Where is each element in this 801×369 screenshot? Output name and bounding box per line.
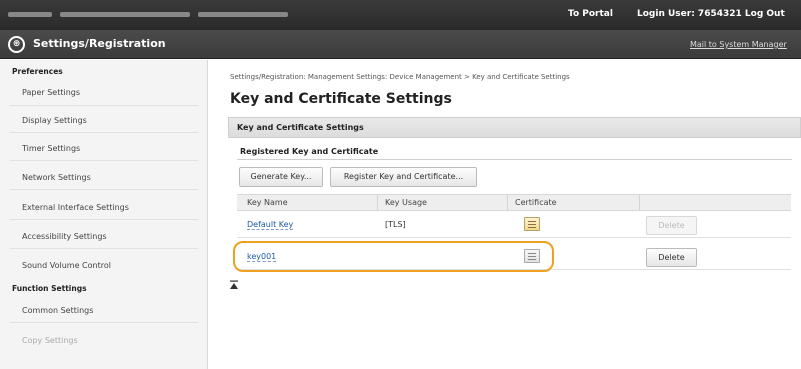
login-user-info[interactable]: Login User: 7654321 Log Out bbox=[637, 9, 785, 19]
key-name-link[interactable]: key001 bbox=[247, 252, 277, 262]
sidebar-header-preferences: Preferences bbox=[12, 67, 63, 76]
sidebar-header-function-settings: Function Settings bbox=[12, 284, 87, 293]
subsection-divider bbox=[237, 159, 792, 160]
table-header: Key Name Key Usage Certificate bbox=[237, 194, 791, 211]
sidebar: Preferences Paper Settings Display Setti… bbox=[0, 60, 208, 369]
table-row: Default Key [TLS] Delete bbox=[237, 212, 791, 238]
sidebar-item-timer-settings[interactable]: Timer Settings bbox=[22, 144, 80, 153]
to-portal-link[interactable]: To Portal bbox=[568, 9, 613, 19]
register-key-certificate-button[interactable]: Register Key and Certificate... bbox=[330, 167, 477, 187]
sidebar-item-copy-settings[interactable]: Copy Settings bbox=[22, 336, 78, 345]
key-usage: [TLS] bbox=[385, 220, 406, 229]
section-header: Key and Certificate Settings bbox=[228, 117, 801, 138]
address-placeholder bbox=[8, 10, 296, 18]
key-name-link[interactable]: Default Key bbox=[247, 220, 294, 230]
column-header-certificate: Certificate bbox=[515, 198, 557, 207]
section-title: Key and Certificate Settings bbox=[237, 123, 364, 132]
generate-key-button[interactable]: Generate Key... bbox=[239, 167, 323, 187]
title-bar: ⊛ Settings/Registration Mail to System M… bbox=[0, 30, 801, 59]
certificate-icon[interactable] bbox=[524, 249, 540, 263]
page-title: Key and Certificate Settings bbox=[230, 91, 452, 107]
settings-logo-icon: ⊛ bbox=[8, 36, 25, 53]
certificate-icon[interactable] bbox=[524, 217, 540, 231]
subsection-title: Registered Key and Certificate bbox=[240, 147, 379, 156]
column-header-key-usage: Key Usage bbox=[385, 198, 427, 207]
breadcrumb: Settings/Registration: Management Settin… bbox=[230, 73, 570, 81]
mail-to-system-manager-link[interactable]: Mail to System Manager bbox=[690, 40, 787, 49]
column-header-key-name: Key Name bbox=[247, 198, 288, 207]
sidebar-item-sound-volume-control[interactable]: Sound Volume Control bbox=[22, 261, 111, 270]
sidebar-item-paper-settings[interactable]: Paper Settings bbox=[22, 88, 80, 97]
sidebar-item-network-settings[interactable]: Network Settings bbox=[22, 173, 91, 182]
sidebar-item-common-settings[interactable]: Common Settings bbox=[22, 306, 93, 315]
sidebar-item-accessibility-settings[interactable]: Accessibility Settings bbox=[22, 232, 107, 241]
main-content: Settings/Registration: Management Settin… bbox=[209, 60, 801, 369]
sidebar-item-external-interface-settings[interactable]: External Interface Settings bbox=[22, 203, 129, 212]
delete-button: Delete bbox=[646, 216, 697, 235]
app-title: Settings/Registration bbox=[33, 37, 166, 50]
top-bar: To Portal Login User: 7654321 Log Out bbox=[0, 0, 801, 30]
delete-button[interactable]: Delete bbox=[646, 248, 697, 267]
scroll-to-top-icon[interactable] bbox=[229, 280, 239, 290]
sidebar-item-display-settings[interactable]: Display Settings bbox=[22, 116, 87, 125]
table-row: key001 Delete bbox=[237, 244, 791, 270]
